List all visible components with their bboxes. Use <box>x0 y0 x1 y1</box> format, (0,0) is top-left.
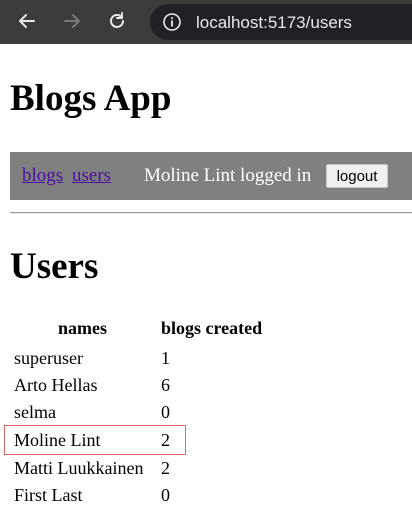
reload-icon[interactable] <box>106 10 128 32</box>
user-name: First Last <box>14 485 83 505</box>
forward-arrow-icon[interactable] <box>61 10 83 32</box>
blog-count: 0 <box>161 485 170 505</box>
column-header-blogs-created: blogs created <box>161 318 263 338</box>
user-name: selma <box>14 402 56 422</box>
navigation-menu: blogs users Moline Lint logged in logout <box>10 152 412 200</box>
blog-count: 2 <box>161 458 170 478</box>
blog-count: 6 <box>161 375 170 395</box>
user-name: Arto Hellas <box>14 375 98 395</box>
address-bar[interactable]: localhost:5173/users <box>150 4 412 40</box>
user-name: Matti Luukkainen <box>14 458 144 478</box>
back-arrow-icon[interactable] <box>16 10 38 32</box>
info-icon[interactable] <box>162 12 182 32</box>
users-link[interactable]: users <box>72 165 111 187</box>
users-heading: Users <box>10 246 99 287</box>
divider <box>10 212 412 214</box>
table-row: Arto Hellas 6 <box>14 375 412 402</box>
blogs-link[interactable]: blogs <box>22 165 63 187</box>
highlight-annotation-box <box>4 425 186 455</box>
table-row: First Last 0 <box>14 485 412 512</box>
logout-button[interactable]: logout <box>326 164 388 188</box>
logged-in-status: Moline Lint logged in <box>144 165 312 186</box>
user-name: superuser <box>14 348 83 368</box>
table-row: Matti Luukkainen 2 <box>14 458 412 485</box>
browser-toolbar: localhost:5173/users <box>0 0 412 44</box>
table-row: superuser 1 <box>14 348 412 375</box>
column-header-names: names <box>58 318 107 338</box>
blog-count: 0 <box>161 402 170 422</box>
blog-count: 1 <box>161 348 170 368</box>
url-text[interactable]: localhost:5173/users <box>196 13 352 33</box>
app-title: Blogs App <box>10 78 172 119</box>
